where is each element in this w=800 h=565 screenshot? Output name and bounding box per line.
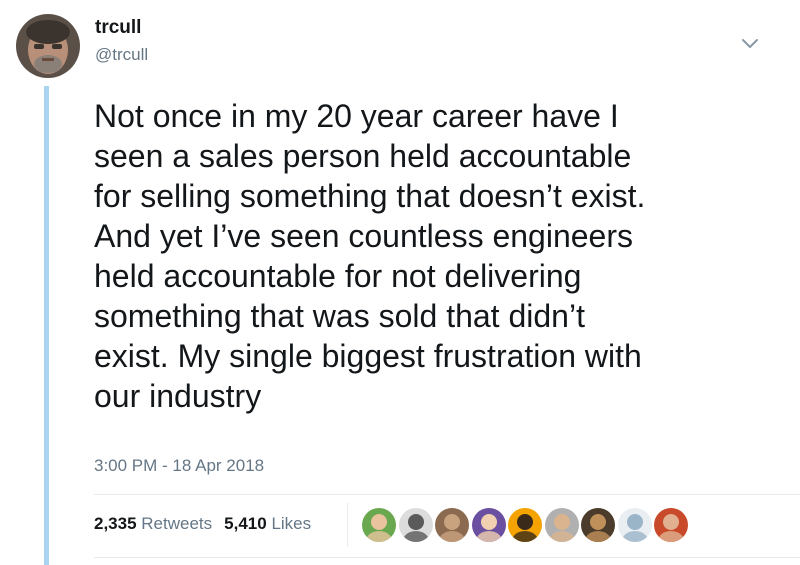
liker-avatar[interactable] — [544, 508, 579, 542]
tweet-stats: 2,335 Retweets 5,410 Likes — [94, 514, 311, 534]
display-name[interactable]: trcull — [95, 17, 141, 39]
avatar-photo — [16, 14, 80, 78]
user-handle[interactable]: @trcull — [95, 45, 148, 65]
likes-label: Likes — [271, 514, 312, 533]
user-avatar[interactable] — [16, 14, 80, 78]
liker-avatar[interactable] — [471, 508, 506, 542]
divider — [94, 494, 800, 495]
liker-avatar[interactable] — [581, 508, 615, 542]
thread-line — [44, 86, 49, 565]
tweet-timestamp[interactable]: 3:00 PM - 18 Apr 2018 — [94, 456, 264, 476]
retweets-label: Retweets — [141, 514, 213, 533]
liker-avatar[interactable] — [654, 508, 688, 542]
stats-divider — [347, 503, 348, 547]
tweet-text: Not once in my 20 year career have I see… — [94, 98, 646, 414]
retweets-stat[interactable]: 2,335 Retweets — [94, 514, 212, 533]
liker-avatar[interactable] — [508, 508, 542, 542]
chevron-down-icon[interactable] — [738, 34, 762, 54]
likes-count: 5,410 — [224, 514, 267, 533]
divider — [94, 557, 800, 558]
liker-avatars — [362, 508, 688, 542]
likes-stat[interactable]: 5,410 Likes — [224, 514, 311, 533]
liker-avatar[interactable] — [617, 508, 652, 542]
liker-avatar[interactable] — [435, 508, 469, 542]
retweets-count: 2,335 — [94, 514, 137, 533]
liker-avatar[interactable] — [398, 508, 433, 542]
liker-avatar[interactable] — [362, 508, 396, 542]
